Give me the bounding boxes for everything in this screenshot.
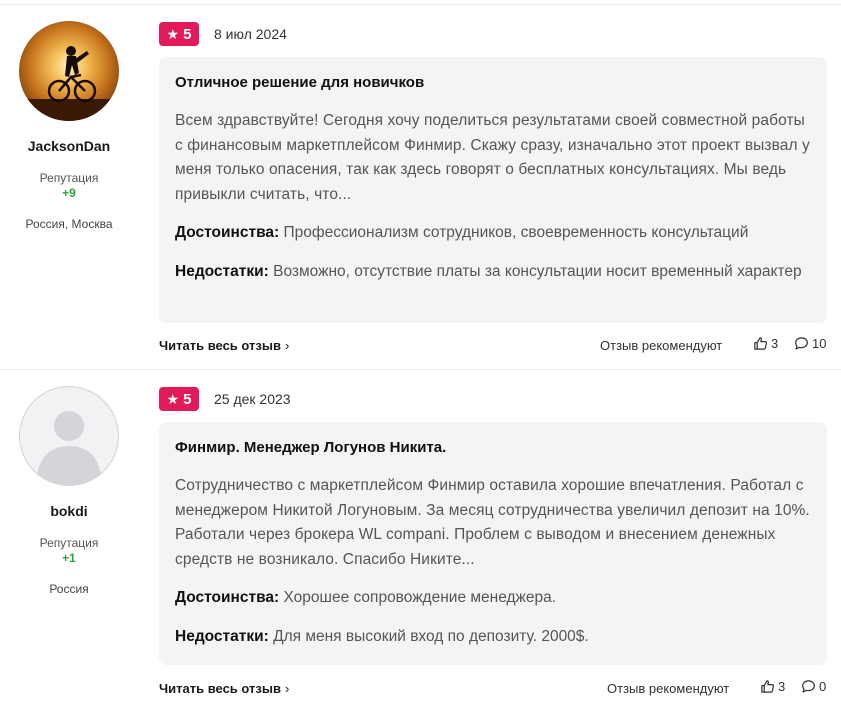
rating-value: 5	[183, 25, 192, 43]
star-icon: ★	[166, 26, 180, 42]
recommend-label: Отзыв рекомендуют	[600, 338, 723, 353]
author-location: Россия	[49, 582, 89, 596]
read-more-label: Читать весь отзыв	[159, 338, 281, 353]
author-name[interactable]: bokdi	[0, 503, 138, 519]
rating-badge: ★ 5	[159, 22, 199, 46]
author-location: Россия, Москва	[25, 217, 113, 231]
thumbs-up-icon	[754, 337, 768, 350]
review-pros: Достоинства: Профессионализм сотрудников…	[175, 221, 811, 246]
comment-icon	[802, 680, 815, 693]
cons-label: Недостатки:	[175, 627, 269, 645]
reputation-value: +9	[62, 186, 76, 200]
review-body: Сотрудничество с маркетплейсом Финмир ос…	[175, 477, 810, 568]
review-body: Всем здравствуйте! Сегодня хочу поделить…	[175, 112, 810, 203]
comment-icon	[795, 337, 808, 350]
read-full-review-link[interactable]: Читать весь отзыв ›	[159, 681, 289, 696]
comment-count: 10	[812, 336, 827, 351]
review-card: Отличное решение для новичков Всем здрав…	[159, 57, 827, 323]
review-title[interactable]: Финмир. Менеджер Логунов Никита.	[175, 438, 811, 458]
like-count: 3	[771, 336, 779, 351]
review-title[interactable]: Отличное решение для новичков	[175, 73, 811, 93]
pros-label: Достоинства:	[175, 589, 280, 606]
review-date: 8 июл 2024	[214, 26, 287, 42]
like-button[interactable]: 3	[753, 336, 778, 351]
avatar[interactable]	[19, 21, 119, 121]
pros-text: Профессионализм сотрудников, своевременн…	[283, 224, 749, 241]
like-button[interactable]: 3	[760, 679, 785, 694]
pros-text: Хорошее сопровождение менеджера.	[283, 589, 557, 606]
chevron-right-icon: ›	[284, 681, 290, 696]
review-cons: Недостатки: Для меня высокий вход по деп…	[175, 625, 811, 650]
star-icon: ★	[166, 391, 180, 407]
like-count: 3	[778, 679, 786, 694]
recommend-label: Отзыв рекомендуют	[607, 681, 730, 696]
cons-label: Недостатки:	[175, 262, 269, 280]
comments-button[interactable]: 10	[794, 336, 826, 351]
cons-text: Возможно, отсутствие платы за консультац…	[273, 262, 802, 280]
reputation-label: Репутация	[39, 536, 99, 550]
read-more-label: Читать весь отзыв	[159, 681, 281, 696]
review-cons: Недостатки: Возможно, отсутствие платы з…	[175, 260, 811, 285]
review-pros: Достоинства: Хорошее сопровождение менед…	[175, 586, 811, 611]
pros-label: Достоинства:	[175, 224, 280, 241]
rating-value: 5	[183, 390, 192, 408]
reputation-label: Репутация	[39, 171, 99, 185]
review-date: 25 дек 2023	[214, 391, 291, 407]
review-card: Финмир. Менеджер Логунов Никита. Сотрудн…	[159, 422, 827, 665]
reputation-value: +1	[62, 551, 76, 565]
thumbs-up-icon	[761, 680, 775, 693]
author-name[interactable]: JacksonDan	[0, 138, 138, 154]
comments-button[interactable]: 0	[801, 679, 826, 694]
chevron-right-icon: ›	[284, 338, 290, 353]
review-item: bokdi Репутация +1 Россия ★ 5 25 дек 202…	[0, 370, 841, 709]
rating-badge: ★ 5	[159, 387, 199, 411]
cons-text: Для меня высокий вход по депозиту. 2000$…	[273, 627, 589, 645]
read-full-review-link[interactable]: Читать весь отзыв ›	[159, 338, 289, 353]
review-item: JacksonDan Репутация +9 Россия, Москва ★…	[0, 5, 841, 365]
avatar[interactable]	[19, 386, 119, 486]
comment-count: 0	[819, 679, 827, 694]
